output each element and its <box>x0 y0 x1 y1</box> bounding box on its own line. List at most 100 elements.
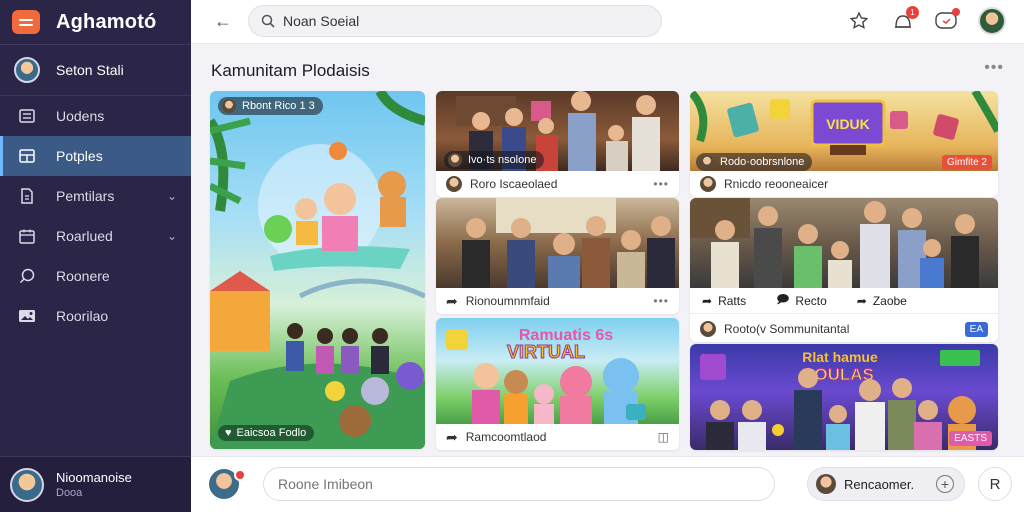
heart-icon: ♥ <box>225 427 232 439</box>
sidebar-item-roarlued[interactable]: Roarlued ⌄ <box>0 216 191 256</box>
status-dot <box>234 469 246 481</box>
profile-sub: Dooa <box>56 487 83 499</box>
post-image <box>210 91 425 449</box>
share-icon[interactable]: ➦ <box>446 429 458 446</box>
post-card-hero[interactable]: Rbont Rico 1 3 ♥ Eaicsoa Fodlo <box>210 91 425 449</box>
avatar <box>448 153 462 167</box>
media-icon <box>18 308 36 324</box>
sidebar-user[interactable]: Seton Stali <box>0 45 191 95</box>
avatar <box>700 176 716 192</box>
composer-bar: Rencaomer. + R <box>191 456 1024 512</box>
chevron-down-icon[interactable]: ⌄ <box>167 189 177 203</box>
status-badge: EASTS <box>949 431 992 446</box>
sidebar: Aghamotó Seton Stali Uodens Potples Pemt… <box>0 0 191 512</box>
sidebar-profile[interactable]: Nioomanoise Dooa <box>0 456 191 512</box>
sidebar-item-label: Pemtilars <box>56 188 115 204</box>
page-title: Kamunitam Plodaisis <box>211 61 370 80</box>
star-icon[interactable] <box>847 9 871 33</box>
document-icon <box>18 188 36 204</box>
forward-button[interactable]: ➦ Zaobe <box>857 294 907 308</box>
sidebar-item-label: Roarlued <box>56 228 113 244</box>
chevron-down-icon[interactable]: ⌄ <box>167 229 177 243</box>
more-options-icon[interactable]: ••• <box>653 177 669 191</box>
brand[interactable]: Aghamotó <box>0 0 191 44</box>
avatar <box>700 155 714 169</box>
message-input[interactable] <box>263 467 775 501</box>
calendar-icon <box>18 228 36 244</box>
avatar <box>446 176 462 192</box>
add-icon[interactable]: + <box>936 475 954 493</box>
notifications-icon[interactable]: 1 <box>891 6 919 33</box>
search-bar[interactable] <box>248 5 662 37</box>
app-name: Aghamotó <box>56 10 157 33</box>
caption-text: Eaicsoa Fodlo <box>236 427 307 439</box>
post-author: Rionoumnmfaid <box>465 294 550 308</box>
chat-icon <box>18 268 36 284</box>
sidebar-item-uodens[interactable]: Uodens <box>0 96 191 136</box>
post-footer: Roro Iscaeolaed ••• <box>436 171 679 197</box>
post-card-virtual-tv[interactable]: VIDUK Rodo·oobrsnlone Gimfite 2 Rnicdo r… <box>690 91 998 197</box>
profile-name: Nioomanoise <box>56 470 132 485</box>
post-footer: ➦ Rionoumnmfaid ••• <box>436 288 679 314</box>
sidebar-item-roonere[interactable]: Roonere <box>0 256 191 296</box>
author-chip[interactable]: Rbont Rico 1 3 <box>218 97 323 115</box>
sidebar-item-label: Roorilao <box>56 308 109 324</box>
post-image <box>436 198 679 288</box>
post-author: Rnicdo reooneaicer <box>724 177 829 191</box>
forward-icon: ➦ <box>856 293 867 308</box>
unread-dot <box>952 8 960 16</box>
card-title-line2: VIRTUAL <box>507 342 585 362</box>
top-bar: ← 1 <box>191 0 1024 44</box>
post-card-virtual-kids[interactable]: Ramuatis 6s VIRTUAL ➦ Ramcoomtlaod ◫ <box>436 318 679 450</box>
avatar <box>14 57 40 83</box>
post-footer: ➦ Ramcoomtlaod ◫ <box>436 424 679 450</box>
menu-icon[interactable] <box>12 10 40 34</box>
share-icon[interactable]: ➦ <box>446 293 458 310</box>
sidebar-item-pemtilars[interactable]: Pemtilars ⌄ <box>0 176 191 216</box>
post-image <box>690 198 998 288</box>
back-arrow-icon[interactable]: ← <box>211 9 235 33</box>
post-actions: ➦ Ratts 🗩 Recto ➦ Zaobe <box>690 288 998 314</box>
status-badge: Gimfite 2 <box>941 155 992 170</box>
sidebar-item-label: Uodens <box>56 108 105 124</box>
post-card-group-actions[interactable]: ➦ Ratts 🗩 Recto ➦ Zaobe Rooto(v Sommunitant… <box>690 198 998 342</box>
list-icon <box>18 108 36 124</box>
sidebar-item-roorilao[interactable]: Roorilao <box>0 296 191 336</box>
post-card-party[interactable]: Rlat hamue ROULAS EASTS <box>690 344 998 450</box>
card-title-line1: Rlat hamue <box>802 349 878 365</box>
post-footer: Rnicdo reooneaicer <box>690 171 998 197</box>
avatar <box>10 467 44 502</box>
sidebar-item-label: Roonere <box>56 268 110 284</box>
profile-button[interactable]: R <box>978 467 1012 501</box>
post-card-family[interactable]: Ivo·ts nsolone Roro Iscaeolaed ••• <box>436 91 679 197</box>
more-options-icon[interactable]: ••• <box>984 59 1004 77</box>
avatar[interactable] <box>978 7 1006 35</box>
messages-icon[interactable] <box>934 8 960 33</box>
bookmark-icon[interactable]: ◫ <box>658 430 669 444</box>
post-author: Rooto(v Sommunitantal <box>724 322 850 336</box>
post-author: Roro Iscaeolaed <box>470 177 558 191</box>
audience-label: Rencaomer. <box>844 476 915 492</box>
author-name: Ivo·ts nsolone <box>468 154 537 166</box>
search-input[interactable] <box>283 13 643 29</box>
post-footer: Rooto(v Sommunitantal EA <box>690 316 998 342</box>
sidebar-user-name: Seton Stali <box>56 62 124 78</box>
more-options-icon[interactable]: ••• <box>653 294 669 308</box>
post-card-group[interactable]: ➦ Rionoumnmfaid ••• <box>436 198 679 314</box>
avatar <box>816 474 836 494</box>
author-chip[interactable]: Rodo·oobrsnlone <box>696 153 813 171</box>
comment-button[interactable]: 🗩 Recto <box>776 290 827 311</box>
main-content: Kamunitam Plodaisis ••• Rbont Rico 1 3 ♥… <box>191 45 1024 456</box>
sidebar-item-label: Potples <box>56 148 103 164</box>
sidebar-item-potples[interactable]: Potples <box>0 136 191 176</box>
avatar <box>700 321 716 337</box>
share-button[interactable]: ➦ Ratts <box>702 294 746 308</box>
caption-chip[interactable]: ♥ Eaicsoa Fodlo <box>218 425 315 441</box>
share-icon: ➦ <box>702 293 713 308</box>
author-name: Rbont Rico 1 3 <box>242 100 315 112</box>
audience-selector[interactable]: Rencaomer. + <box>807 467 965 501</box>
tv-sign-text: VIDUK <box>826 116 870 132</box>
author-chip[interactable]: Ivo·ts nsolone <box>444 151 545 169</box>
notification-badge: 1 <box>906 6 919 19</box>
post-author: Ramcoomtlaod <box>465 430 547 444</box>
